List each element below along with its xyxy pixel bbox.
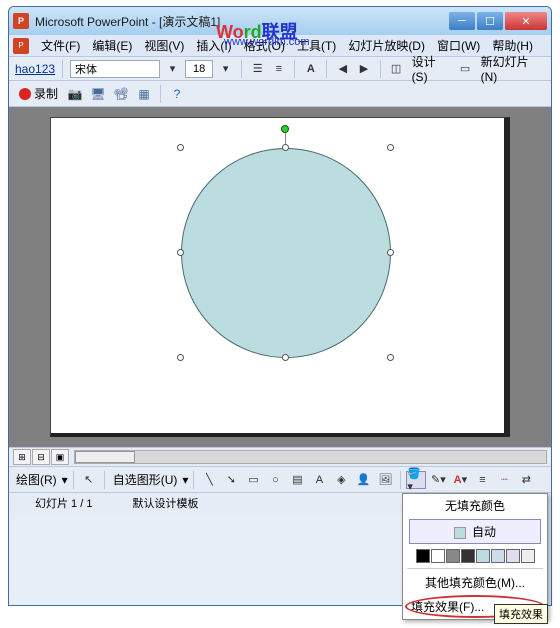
- doc-icon[interactable]: P: [13, 38, 29, 54]
- fill-color-popup: 无填充颜色 自动 其他填充颜色(M)... 填充效果(F)...: [402, 493, 548, 620]
- textbox-icon[interactable]: ▤: [287, 471, 307, 489]
- drawing-toolbar: 绘图(R)▾ ↖ 自选图形(U)▾ ╲ ➘ ▭ ○ ▤ A ◈ 👤 🖼 🪣▾ ✎…: [9, 467, 551, 493]
- arrow-style-icon[interactable]: ⇄: [516, 471, 536, 489]
- decrease-indent-icon[interactable]: ◀: [334, 60, 351, 78]
- record-icon: [19, 88, 31, 100]
- help-icon[interactable]: ?: [167, 84, 187, 104]
- swatch-0[interactable]: [416, 549, 430, 563]
- wordart-icon[interactable]: A: [309, 471, 329, 489]
- line-color-button[interactable]: ✎▾: [428, 471, 448, 489]
- rotation-handle[interactable]: [281, 125, 289, 133]
- scrollbar-thumb[interactable]: [75, 451, 135, 463]
- template-indicator: 默认设计模板: [112, 495, 218, 511]
- resize-handle-nw[interactable]: [177, 144, 184, 151]
- fill-color-button[interactable]: 🪣▾: [406, 471, 426, 489]
- slide-workspace[interactable]: [9, 107, 551, 447]
- minimize-button[interactable]: ─: [449, 12, 475, 30]
- oval-icon[interactable]: ○: [265, 471, 285, 489]
- draw-menu[interactable]: 绘图(R): [13, 471, 60, 488]
- menu-file[interactable]: 文件(F): [35, 35, 86, 56]
- arrow-icon[interactable]: ➘: [221, 471, 241, 489]
- swatch-7[interactable]: [521, 549, 535, 563]
- menu-tools[interactable]: 工具(T): [291, 35, 342, 56]
- record-toolbar: 录制 📷 🖥 📽 ▦ ?: [9, 81, 551, 107]
- bullets-icon[interactable]: ☰: [249, 60, 266, 78]
- resize-handle-e[interactable]: [387, 249, 394, 256]
- camera-icon[interactable]: 📷: [65, 84, 85, 104]
- fontsize-select[interactable]: [185, 60, 213, 78]
- slide-indicator: 幻灯片 1 / 1: [15, 495, 112, 511]
- resize-handle-w[interactable]: [177, 249, 184, 256]
- powerpoint-icon: P: [13, 13, 29, 29]
- newslide-button[interactable]: 新幻灯片(N): [478, 53, 545, 84]
- menu-edit[interactable]: 编辑(E): [86, 35, 138, 56]
- increase-font-icon[interactable]: A: [302, 60, 319, 78]
- view-bar: ⊞ ⊟ ▣: [9, 447, 551, 467]
- titlebar: P Microsoft PowerPoint - [演示文稿1] ─ ☐ ✕: [9, 7, 551, 35]
- menu-insert[interactable]: 插入(I): [190, 35, 237, 56]
- swatch-6[interactable]: [506, 549, 520, 563]
- hao123-link[interactable]: hao123: [15, 62, 55, 76]
- swatch-2[interactable]: [446, 549, 460, 563]
- menu-view[interactable]: 视图(V): [138, 35, 190, 56]
- menubar: P 文件(F) 编辑(E) 视图(V) 插入(I) 格式(O) 工具(T) 幻灯…: [9, 35, 551, 57]
- more-colors-option[interactable]: 其他填充颜色(M)...: [403, 571, 547, 594]
- font-select[interactable]: [70, 60, 160, 78]
- pointer-icon[interactable]: ↖: [79, 471, 99, 489]
- formatting-toolbar: hao123 ▾ ▾ ☰ ≡ A ◀ ▶ ◫ 设计(S) ▭ 新幻灯片(N): [9, 57, 551, 81]
- fontsize-dropdown-icon[interactable]: ▾: [217, 60, 234, 78]
- close-button[interactable]: ✕: [505, 12, 547, 30]
- dash-style-icon[interactable]: ┈: [494, 471, 514, 489]
- tooltip: 填充效果: [494, 604, 548, 624]
- line-icon[interactable]: ╲: [199, 471, 219, 489]
- clipart-icon[interactable]: 👤: [353, 471, 373, 489]
- resize-handle-s[interactable]: [282, 354, 289, 361]
- normal-view-button[interactable]: ⊞: [13, 449, 31, 465]
- resize-handle-n[interactable]: [282, 144, 289, 151]
- sorter-view-button[interactable]: ⊟: [32, 449, 50, 465]
- color-swatches: [403, 546, 547, 566]
- slideshow-view-button[interactable]: ▣: [51, 449, 69, 465]
- grid-icon[interactable]: ▦: [134, 84, 154, 104]
- swatch-3[interactable]: [461, 549, 475, 563]
- picture-icon[interactable]: 🖼: [375, 471, 395, 489]
- swatch-1[interactable]: [431, 549, 445, 563]
- menu-format[interactable]: 格式(O): [238, 35, 291, 56]
- record-button[interactable]: 录制: [15, 83, 62, 104]
- resize-handle-sw[interactable]: [177, 354, 184, 361]
- circle-shape[interactable]: [181, 148, 391, 358]
- no-fill-option[interactable]: 无填充颜色: [403, 494, 547, 517]
- numbering-icon[interactable]: ≡: [270, 60, 287, 78]
- horizontal-scrollbar[interactable]: [74, 450, 547, 464]
- font-dropdown-icon[interactable]: ▾: [164, 60, 181, 78]
- swatch-4[interactable]: [476, 549, 490, 563]
- auto-swatch-icon: [454, 527, 466, 539]
- autoshapes-menu[interactable]: 自选图形(U): [110, 471, 181, 488]
- window-title: Microsoft PowerPoint - [演示文稿1]: [35, 13, 449, 30]
- display-icon[interactable]: 🖥: [88, 84, 108, 104]
- rectangle-icon[interactable]: ▭: [243, 471, 263, 489]
- increase-indent-icon[interactable]: ▶: [355, 60, 372, 78]
- projector-icon[interactable]: 📽: [111, 84, 131, 104]
- resize-handle-se[interactable]: [387, 354, 394, 361]
- line-style-icon[interactable]: ≡: [472, 471, 492, 489]
- resize-handle-ne[interactable]: [387, 144, 394, 151]
- design-icon[interactable]: ◫: [387, 60, 404, 78]
- slide-canvas[interactable]: [50, 117, 510, 437]
- swatch-5[interactable]: [491, 549, 505, 563]
- design-button[interactable]: 设计(S): [409, 53, 453, 84]
- newslide-icon[interactable]: ▭: [457, 60, 474, 78]
- font-color-button[interactable]: A▾: [450, 471, 470, 489]
- diagram-icon[interactable]: ◈: [331, 471, 351, 489]
- maximize-button[interactable]: ☐: [477, 12, 503, 30]
- auto-fill-option[interactable]: 自动: [409, 519, 541, 544]
